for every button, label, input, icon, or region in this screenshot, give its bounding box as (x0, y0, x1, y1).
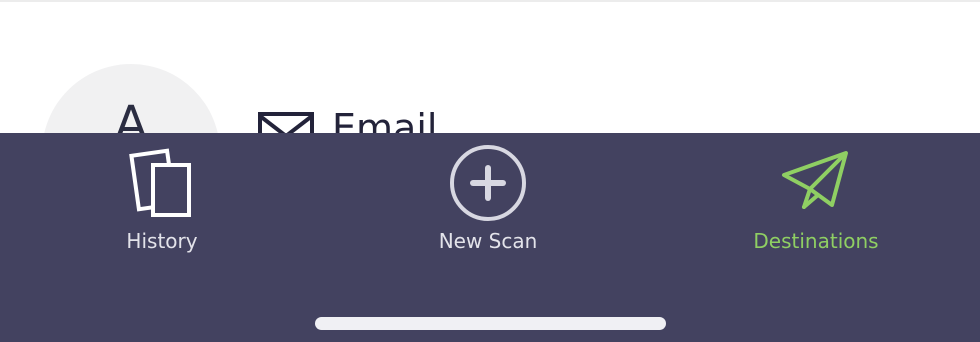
avatar: A (42, 64, 220, 133)
plus-circle-icon (450, 145, 526, 221)
destination-label: Email (332, 106, 438, 133)
tab-history[interactable]: History (82, 133, 242, 283)
documents-icon (129, 148, 191, 217)
avatar-letter: A (114, 96, 148, 133)
tab-new-scan-label: New Scan (438, 229, 538, 253)
tab-destinations[interactable]: Destinations (736, 133, 896, 283)
tab-new-scan[interactable]: New Scan (408, 133, 568, 283)
home-indicator[interactable] (315, 317, 666, 330)
screen: A Email History New Scan Destinations (0, 0, 980, 342)
paper-plane-icon (782, 151, 848, 209)
content-area: A Email (0, 2, 980, 133)
tab-bar: History New Scan Destinations (0, 133, 980, 342)
tab-history-label: History (126, 229, 198, 253)
tab-destinations-label: Destinations (753, 229, 879, 253)
mail-icon (258, 112, 314, 133)
